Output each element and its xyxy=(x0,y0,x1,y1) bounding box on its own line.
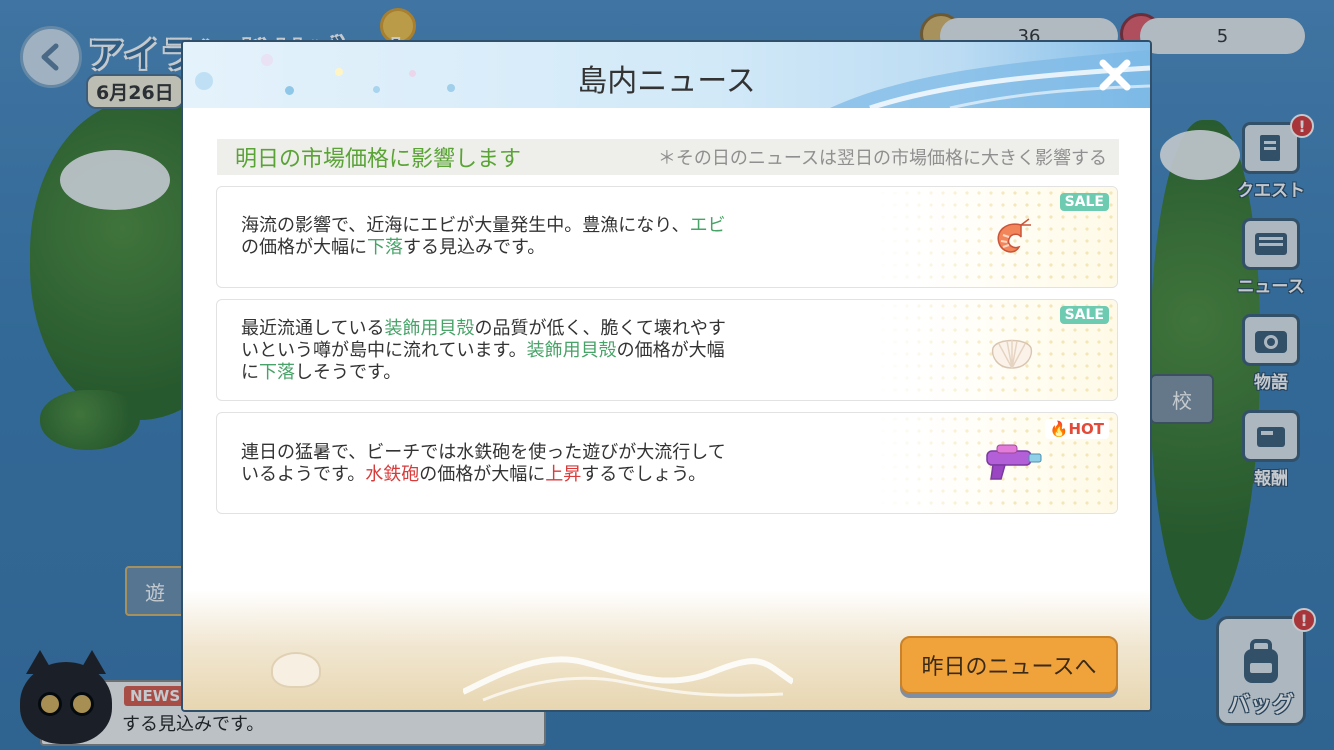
news-line: の価格が大幅に下落する見込みです。 xyxy=(241,237,821,259)
hot-tag: 🔥HOT xyxy=(1044,419,1109,439)
news-line: 海流の影響で、近海にエビが大量発生中。豊漁になり、エビ xyxy=(241,215,821,237)
news-text: 連日の猛暑で、ビーチでは水鉄砲を使った遊びが大流行して いるようです。水鉄砲の価… xyxy=(241,442,821,486)
shell-decoration xyxy=(271,652,321,688)
price-trend-highlight: 下落 xyxy=(259,362,295,383)
previous-day-news-button[interactable]: 昨日のニュースへ xyxy=(900,636,1118,694)
text-span: するでしょう。 xyxy=(581,464,707,485)
price-trend-highlight: 下落 xyxy=(367,237,403,258)
news-card: 海流の影響で、近海にエビが大量発生中。豊漁になり、エビ の価格が大幅に下落する見… xyxy=(216,186,1118,288)
market-impact-banner: 明日の市場価格に影響します ＊その日のニュースは翌日の市場価格に大きく影響する xyxy=(217,139,1119,175)
text-span: の価格が大幅に xyxy=(419,464,546,485)
island-news-dialog: 島内ニュース 明日の市場価格に影響します ＊その日のニュースは翌日の市場価格に大… xyxy=(181,40,1152,712)
item-name-highlight: 水鉄砲 xyxy=(365,464,420,485)
market-impact-note: ＊その日のニュースは翌日の市場価格に大きく影響する xyxy=(657,148,1107,169)
sale-tag: SALE xyxy=(1059,193,1109,211)
news-text: 最近流通している装飾用貝殻の品質が低く、脆くて壊れやす いという噂が島中に流れて… xyxy=(241,318,821,384)
news-line: 連日の猛暑で、ビーチでは水鉄砲を使った遊びが大流行して xyxy=(241,442,821,464)
text-span: 海流の影響で、近海にエビが大量発生中。豊漁になり、 xyxy=(241,215,690,236)
text-span: の価格が大幅 xyxy=(616,340,725,361)
foam-decoration xyxy=(463,656,793,702)
hot-tag-label: HOT xyxy=(1068,420,1104,438)
news-text: 海流の影響で、近海にエビが大量発生中。豊漁になり、エビ の価格が大幅に下落する見… xyxy=(241,215,821,259)
news-card: 連日の猛暑で、ビーチでは水鉄砲を使った遊びが大流行して いるようです。水鉄砲の価… xyxy=(216,412,1118,514)
text-span: 連日の猛暑で、ビーチでは水鉄砲を使った遊びが大流行して xyxy=(241,442,726,463)
shell-icon xyxy=(991,339,1033,369)
news-line: に下落しそうです。 xyxy=(241,362,821,384)
text-span: に xyxy=(241,362,259,383)
item-name-highlight: 装飾用貝殻 xyxy=(526,340,617,361)
news-line: 最近流通している装飾用貝殻の品質が低く、脆くて壊れやす xyxy=(241,318,821,340)
text-span: しそうです。 xyxy=(295,362,402,383)
news-line: いるようです。水鉄砲の価格が大幅に上昇するでしょう。 xyxy=(241,464,821,486)
flame-icon: 🔥 xyxy=(1049,420,1069,438)
sale-tag: SALE xyxy=(1059,306,1109,324)
shrimp-icon xyxy=(997,218,1031,253)
item-name-highlight: エビ xyxy=(689,215,726,236)
close-button[interactable] xyxy=(1092,52,1138,98)
close-icon xyxy=(1099,59,1131,91)
dialog-header: 島内ニュース xyxy=(183,42,1150,108)
market-impact-headline: 明日の市場価格に影響します xyxy=(235,147,522,172)
dialog-title: 島内ニュース xyxy=(577,64,756,99)
text-span: いという噂が島中に流れています。 xyxy=(241,340,527,361)
price-trend-highlight: 上昇 xyxy=(545,464,582,485)
item-name-highlight: 装飾用貝殻 xyxy=(384,318,475,339)
news-line: いという噂が島中に流れています。装飾用貝殻の価格が大幅 xyxy=(241,340,821,362)
water-gun-icon xyxy=(986,444,1042,480)
text-span: の価格が大幅に xyxy=(241,237,367,258)
news-card: 最近流通している装飾用貝殻の品質が低く、脆くて壊れやす いという噂が島中に流れて… xyxy=(216,299,1118,401)
text-span: いるようです。 xyxy=(241,464,366,485)
text-span: する見込みです。 xyxy=(403,237,546,258)
text-span: 最近流通している xyxy=(241,318,385,339)
text-span: の品質が低く、脆くて壊れやす xyxy=(474,318,726,339)
